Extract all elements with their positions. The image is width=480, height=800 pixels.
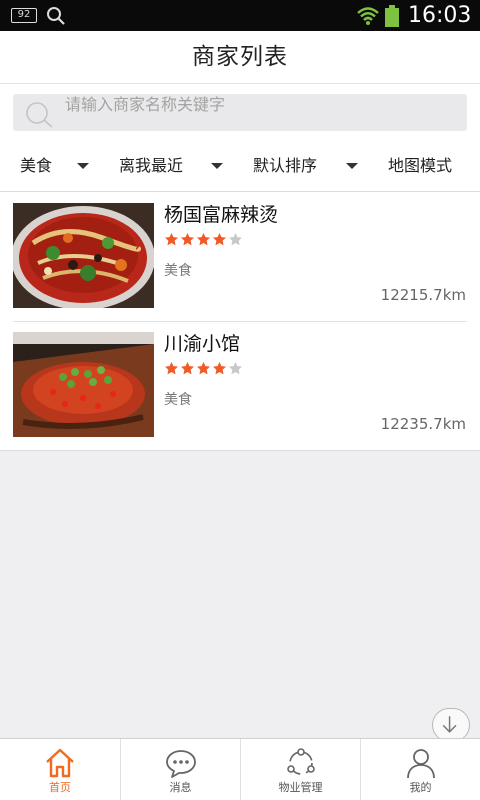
- star-filled-icon: [181, 361, 194, 375]
- merchant-item[interactable]: 川渝小馆 美食 12235.7km: [0, 321, 480, 450]
- tab-profile[interactable]: 我的: [360, 739, 480, 800]
- merchant-name: 川渝小馆: [164, 333, 241, 355]
- bottom-tab-bar: 首页 消息 物业管理 我的: [0, 738, 480, 800]
- user-icon: [407, 749, 435, 779]
- tab-profile-label: 我的: [409, 781, 432, 794]
- clock: 16:03: [408, 3, 472, 28]
- dropdown-arrow-icon: [346, 163, 358, 169]
- filter-sort[interactable]: 默认排序: [253, 142, 358, 192]
- merchant-category: 美食: [164, 392, 192, 408]
- search-icon: [47, 7, 65, 25]
- merchant-list: 杨国富麻辣烫 美食 12215.7km 川渝小馆 美食 12235.7km: [0, 192, 480, 451]
- search-field-icon: [26, 102, 53, 128]
- filter-map-mode-label: 地图模式: [388, 156, 453, 175]
- rating-stars: [164, 361, 243, 377]
- battery-icon: [385, 5, 399, 27]
- star-empty-icon: [229, 232, 242, 246]
- merchant-item[interactable]: 杨国富麻辣烫 美食 12215.7km: [0, 192, 480, 321]
- star-filled-icon: [213, 232, 226, 246]
- merchant-photo-spicy-hotpot: [13, 203, 154, 308]
- star-filled-icon: [165, 232, 178, 246]
- tab-home[interactable]: 首页: [0, 739, 120, 800]
- star-filled-icon: [197, 232, 210, 246]
- dropdown-arrow-icon: [211, 163, 223, 169]
- search-input[interactable]: [65, 94, 445, 114]
- filter-category-label: 美食: [20, 156, 53, 175]
- search-box[interactable]: [13, 94, 467, 131]
- star-filled-icon: [213, 361, 226, 375]
- share-icon: [287, 748, 315, 775]
- wifi-icon: [357, 7, 379, 25]
- tab-messages[interactable]: 消息: [120, 739, 240, 800]
- notification-badge: 92: [11, 8, 37, 23]
- filter-distance-label: 离我最近: [119, 156, 184, 175]
- filter-category[interactable]: 美食: [20, 142, 89, 192]
- filter-map-mode[interactable]: 地图模式: [388, 142, 452, 192]
- rating-stars: [164, 232, 243, 248]
- tab-messages-label: 消息: [169, 781, 192, 794]
- filter-distance[interactable]: 离我最近: [119, 142, 223, 192]
- star-filled-icon: [181, 232, 194, 246]
- merchant-distance: 12235.7km: [380, 415, 466, 433]
- home-icon: [46, 748, 74, 778]
- merchant-category: 美食: [164, 263, 192, 279]
- arrow-down-icon: [442, 716, 457, 733]
- filter-sort-label: 默认排序: [253, 156, 318, 175]
- star-filled-icon: [165, 361, 178, 375]
- dropdown-arrow-icon: [77, 163, 89, 169]
- app-header: 商家列表: [0, 31, 480, 84]
- tab-property-management[interactable]: 物业管理: [240, 739, 360, 800]
- search-bar: [0, 84, 480, 142]
- merchant-photo-grilled-fish: [13, 332, 154, 437]
- tab-home-label: 首页: [49, 781, 71, 794]
- status-bar: 92 16:03: [0, 0, 480, 31]
- tab-property-management-label: 物业管理: [278, 781, 323, 794]
- merchant-name: 杨国富麻辣烫: [164, 204, 279, 226]
- scroll-down-button[interactable]: [432, 708, 470, 742]
- star-empty-icon: [229, 361, 242, 375]
- filter-bar: 美食 离我最近 默认排序 地图模式: [0, 142, 480, 192]
- merchant-distance: 12215.7km: [380, 286, 466, 304]
- message-icon: [166, 750, 196, 778]
- page-title: 商家列表: [192, 44, 288, 70]
- star-filled-icon: [197, 361, 210, 375]
